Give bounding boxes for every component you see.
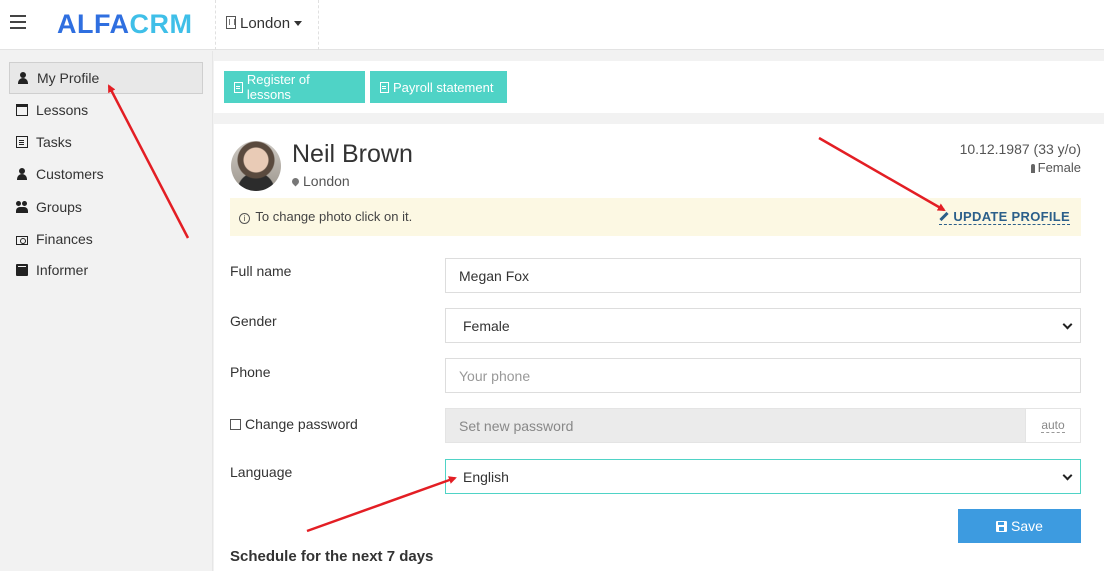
language-value: English [463,468,509,485]
sidebar-item-label: Groups [36,199,82,215]
chevron-down-icon [1062,470,1073,481]
top-bar: ALFACRM London [0,0,1104,50]
fullname-label: Full name [230,263,292,279]
update-profile-label: UPDATE PROFILE [953,209,1070,224]
info-icon: i [239,213,250,224]
profile-gender: Female [1030,160,1081,175]
fullname-value: Megan Fox [459,267,530,284]
change-password-checkbox[interactable] [230,419,241,430]
button-label: Payroll statement [393,79,494,95]
divider [318,0,319,50]
schedule-title: Schedule for the next 7 days [230,548,434,565]
action-toolbar: Register of lessons Payroll statement [214,61,1104,113]
save-button[interactable]: Save [958,509,1081,543]
chevron-down-icon [1062,319,1073,330]
phone-input[interactable]: Your phone [445,358,1081,393]
sidebar-item-finances[interactable]: Finances [9,223,203,255]
fullname-input[interactable]: Megan Fox [445,258,1081,293]
photo-notice: i To change photo click on it. UPDATE PR… [230,198,1081,236]
sidebar-item-lessons[interactable]: Lessons [9,94,203,126]
date-of-birth: 10.12.1987 (33 y/o) [959,141,1081,157]
save-label: Save [1011,518,1043,534]
money-icon [16,235,28,245]
register-of-lessons-button[interactable]: Register of lessons [224,71,365,103]
profile-city: London [290,173,350,189]
user-icon [16,168,28,180]
password-input: Set new password auto [445,408,1081,443]
sidebar-item-label: Lessons [36,102,89,118]
branch-selector[interactable]: London [226,15,303,32]
notice-text: i To change photo click on it. [239,209,412,224]
change-password-text: Change password [245,416,358,432]
password-placeholder: Set new password [459,417,574,434]
language-label: Language [230,464,293,480]
city-label: London [303,173,350,189]
document-icon [234,81,243,93]
sidebar-item-label: Informer [36,262,89,278]
female-icon [1030,164,1035,173]
map-marker-icon [290,176,301,187]
book-icon [16,264,28,276]
avatar[interactable] [231,141,281,191]
change-password-label: Change password [230,416,358,432]
sidebar-item-label: Customers [36,166,104,182]
gender-select[interactable]: Female [445,308,1081,343]
phone-placeholder: Your phone [459,367,531,384]
sidebar-item-groups[interactable]: Groups [9,191,203,223]
sidebar-item-my-profile[interactable]: My Profile [9,62,203,94]
sidebar-item-informer[interactable]: Informer [9,254,203,286]
gender-label: Female [1037,160,1081,175]
menu-icon[interactable] [10,15,26,29]
gender-label: Gender [230,313,277,329]
branch-label: London [240,15,291,32]
notice-label: To change photo click on it. [255,209,413,224]
sidebar: My Profile Lessons Tasks Customers Group… [0,51,213,571]
pencil-icon [939,211,949,222]
phone-label: Phone [230,364,271,380]
sidebar-item-customers[interactable]: Customers [9,158,203,190]
sidebar-item-label: Finances [36,231,93,247]
profile-card: Neil Brown London 10.12.1987 (33 y/o) Fe… [214,124,1104,571]
groups-icon [16,201,28,213]
language-select[interactable]: English [445,459,1081,494]
calendar-icon [16,104,28,116]
button-label: Register of lessons [246,72,310,102]
gender-value: Female [463,317,510,334]
save-icon [996,520,1008,532]
auto-password-button[interactable]: auto [1025,409,1080,442]
update-profile-link[interactable]: UPDATE PROFILE [939,209,1070,225]
sidebar-item-label: My Profile [37,70,100,86]
tasks-icon [16,136,28,148]
auto-label: auto [1041,418,1065,433]
document-icon [380,81,389,93]
divider [215,0,216,50]
logo-text-crm: CRM [129,9,193,39]
app-logo[interactable]: ALFACRM [57,9,193,40]
profile-name: Neil Brown [292,140,413,168]
logo-text-alfa: ALFA [57,9,130,39]
sidebar-item-label: Tasks [36,134,72,150]
user-icon [17,72,29,84]
caret-down-icon [294,21,303,26]
payroll-statement-button[interactable]: Payroll statement [370,71,507,103]
sidebar-item-tasks[interactable]: Tasks [9,126,203,158]
building-icon [226,16,236,29]
